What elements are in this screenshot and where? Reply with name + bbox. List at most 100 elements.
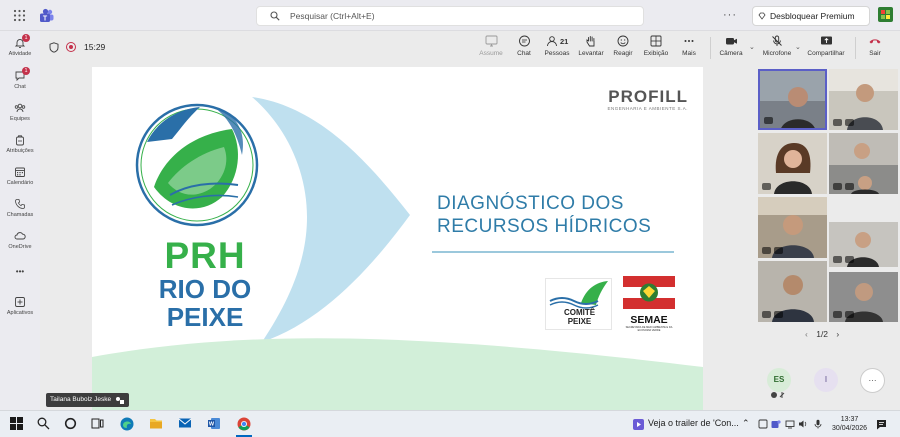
- search-input[interactable]: Pesquisar (Ctrl+Alt+E): [256, 6, 644, 26]
- assume-button[interactable]: Assume: [474, 35, 508, 57]
- comite-line2: PEIXE: [567, 317, 592, 326]
- app-tray-icon[interactable]: [758, 419, 768, 429]
- rail-item-label: Calendário: [6, 180, 34, 186]
- camera-options-chevron-icon[interactable]: ⌄: [749, 43, 755, 51]
- profill-name: PROFILL: [608, 87, 688, 106]
- backpack-icon: [16, 135, 24, 146]
- comite-line1: COMITÊ: [563, 308, 596, 317]
- chevron-up-icon[interactable]: ⌃: [742, 418, 754, 428]
- rail-item-activity[interactable]: 1 Atividade: [0, 34, 40, 57]
- ellipsis-icon: [684, 40, 694, 42]
- hand-icon: [586, 36, 595, 47]
- view-label: Exibição: [643, 50, 669, 57]
- participant-avatar[interactable]: ES: [767, 368, 791, 392]
- chat-button[interactable]: Chat: [507, 35, 541, 57]
- microphone-button[interactable]: Microfone: [760, 35, 794, 57]
- participant-gallery: [755, 67, 900, 332]
- share-button[interactable]: Compartilhar: [806, 35, 846, 57]
- react-button[interactable]: Reagir: [606, 35, 640, 57]
- title-bar: T Pesquisar (Ctrl+Alt+E) ··· Desbloquear…: [0, 0, 900, 31]
- camera-button[interactable]: Câmera: [714, 35, 748, 57]
- participant-tile[interactable]: [829, 222, 898, 267]
- pin-icon: [833, 119, 842, 126]
- view-button[interactable]: Exibição: [639, 35, 673, 57]
- calendar-icon: [15, 167, 25, 177]
- more-actions-button[interactable]: Mais: [672, 35, 706, 57]
- participant-avatar[interactable]: I: [814, 368, 838, 392]
- participant-tile[interactable]: [758, 197, 827, 258]
- teams-tray-icon[interactable]: [771, 419, 781, 429]
- rail-item-label: Chamadas: [6, 212, 34, 218]
- mic-options-chevron-icon[interactable]: ⌄: [795, 43, 801, 51]
- rail-item-onedrive[interactable]: OneDrive: [0, 230, 40, 250]
- participant-tile[interactable]: [829, 69, 898, 130]
- presenter-name-tag: Tailana Bubolz Jeske: [46, 393, 130, 407]
- leave-label: Sair: [869, 50, 881, 57]
- file-explorer-icon[interactable]: [149, 417, 163, 430]
- presenter-icon: [116, 397, 125, 404]
- slide-title: DIAGNÓSTICO DOS RECURSOS HÍDRICOS: [437, 192, 651, 238]
- next-page-icon[interactable]: ›: [836, 329, 839, 339]
- search-icon: [270, 11, 280, 21]
- microphone-tray-icon[interactable]: [813, 419, 823, 429]
- leave-button[interactable]: Sair: [858, 35, 892, 57]
- rail-item-calendar[interactable]: Calendário: [0, 166, 40, 186]
- news-widget-text[interactable]: Veja o trailer de 'Con...: [648, 418, 739, 428]
- unlock-premium-button[interactable]: Desbloquear Premium: [752, 6, 870, 26]
- people-button[interactable]: 21 Pessoas: [540, 35, 574, 57]
- notifications-icon[interactable]: [876, 419, 887, 430]
- share-screen-icon: [820, 36, 832, 45]
- word-icon[interactable]: W: [207, 417, 221, 430]
- windows-start-icon[interactable]: [10, 417, 23, 430]
- mic-muted-icon: [845, 311, 854, 318]
- play-icon[interactable]: [633, 419, 644, 430]
- presenter-name: Tailana Bubolz Jeske: [50, 396, 112, 403]
- search-icon[interactable]: [37, 417, 50, 430]
- toolbar-divider: [855, 37, 856, 59]
- participant-tile[interactable]: [829, 272, 898, 322]
- activity-badge: 1: [22, 34, 30, 42]
- meeting-toolbar: 15:29 Assume Chat 21 Pessoas Levantar Re…: [40, 31, 900, 66]
- prev-page-icon[interactable]: ‹: [805, 329, 808, 339]
- network-icon[interactable]: [785, 419, 795, 429]
- prh-logo-text: PRH RIO DO PEIXE: [140, 237, 270, 332]
- system-clock[interactable]: 13:37 30/04/2026: [832, 415, 867, 433]
- slide-title-line1: DIAGNÓSTICO DOS: [437, 193, 624, 214]
- smiley-icon: [617, 35, 629, 47]
- user-avatar[interactable]: [878, 7, 893, 22]
- raise-hand-button[interactable]: Levantar: [574, 35, 608, 57]
- participant-tile[interactable]: [758, 261, 827, 322]
- phone-icon: [15, 199, 25, 209]
- santa-catarina-flag-icon: [623, 276, 675, 309]
- participant-tile[interactable]: [829, 133, 898, 194]
- rail-item-chat[interactable]: 1 Chat: [0, 67, 40, 90]
- shield-icon: [49, 42, 59, 53]
- rail-item-label: Atribuições: [6, 148, 34, 154]
- app-launcher-icon[interactable]: [13, 9, 26, 22]
- participant-tile[interactable]: [758, 69, 827, 130]
- teams-icon: [14, 103, 26, 113]
- rail-item-apps[interactable]: Aplicativos: [0, 296, 40, 316]
- volume-icon[interactable]: [798, 419, 808, 429]
- svg-text:T: T: [43, 15, 48, 22]
- logo-line-peixe: PEIXE: [166, 302, 244, 332]
- task-view-icon[interactable]: [91, 417, 104, 430]
- rail-item-calls[interactable]: Chamadas: [0, 198, 40, 218]
- participant-status-icons: [771, 392, 785, 398]
- rail-item-assignments[interactable]: Atribuições: [0, 134, 40, 154]
- rail-item-teams[interactable]: Equipes: [0, 102, 40, 122]
- chrome-icon[interactable]: [237, 417, 251, 431]
- camera-label: Câmera: [719, 50, 743, 57]
- cortana-icon[interactable]: [64, 417, 77, 430]
- mic-muted-icon: [845, 119, 854, 126]
- rail-more-button[interactable]: •••: [0, 267, 40, 276]
- more-options-button[interactable]: ···: [723, 9, 737, 21]
- edge-browser-icon[interactable]: [120, 417, 134, 431]
- participant-tile[interactable]: [758, 133, 827, 194]
- toolbar-divider: [710, 37, 711, 59]
- more-participants-button[interactable]: ···: [860, 368, 885, 393]
- comite-peixe-logo: COMITÊ PEIXE: [545, 278, 612, 330]
- mail-icon[interactable]: [178, 417, 192, 429]
- fish-emblem-icon: [549, 281, 608, 309]
- more-label: Mais: [682, 50, 696, 57]
